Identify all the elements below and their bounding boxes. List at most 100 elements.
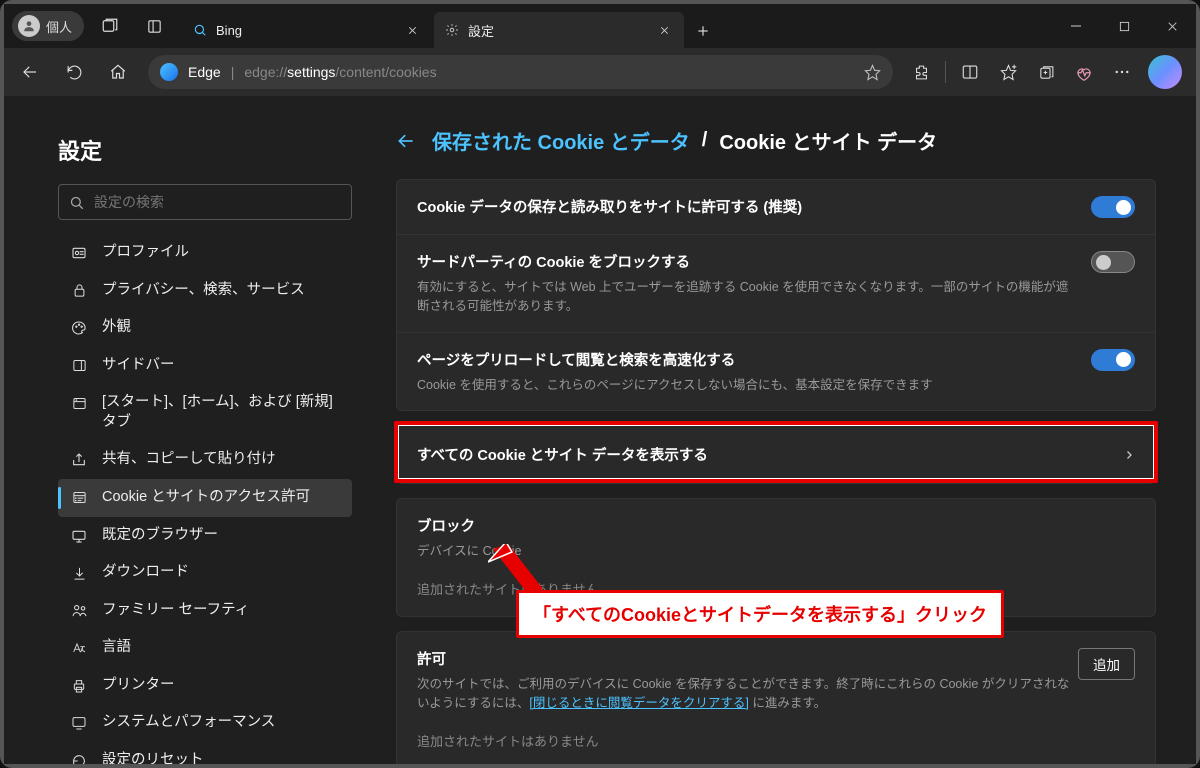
- sidebar-item-printer[interactable]: プリンター: [58, 667, 352, 705]
- permissions-icon: [70, 489, 88, 507]
- browser-window: 個人 Bing 設定: [0, 0, 1200, 768]
- user-avatar-icon: [18, 15, 40, 37]
- performance-icon[interactable]: [1066, 54, 1102, 90]
- address-url: edge://settings/content/cookies: [244, 64, 436, 80]
- sidebar-item-profile[interactable]: プロファイル: [58, 234, 352, 272]
- breadcrumb-sep: /: [702, 129, 708, 152]
- lock-icon: [70, 282, 88, 300]
- sidebar-item-appearance[interactable]: 外観: [58, 309, 352, 347]
- tab-settings[interactable]: 設定: [434, 12, 684, 48]
- sidebar-item-system[interactable]: システムとパフォーマンス: [58, 704, 352, 742]
- allow-add-button[interactable]: 追加: [1078, 648, 1135, 680]
- setting-desc: 有効にすると、サイトでは Web 上でユーザーを追跡する Cookie を使用で…: [417, 278, 1079, 316]
- collections-icon[interactable]: [1028, 54, 1064, 90]
- reset-icon: [70, 752, 88, 764]
- download-icon: [70, 564, 88, 582]
- address-brand: Edge: [188, 64, 221, 80]
- system-icon: [70, 714, 88, 732]
- clear-on-close-link[interactable]: [閉じるときに閲覧データをクリアする]: [529, 696, 748, 710]
- split-screen-icon[interactable]: [952, 54, 988, 90]
- settings-main[interactable]: 保存された Cookie とデータ / Cookie とサイト データ Cook…: [374, 96, 1196, 764]
- sidebar-icon: [70, 357, 88, 375]
- start-icon: [70, 394, 88, 412]
- setting-title: ページをプリロードして閲覧と検索を高速化する: [417, 349, 1079, 370]
- sidebar-item-share[interactable]: 共有、コピーして貼り付け: [58, 441, 352, 479]
- separator: |: [231, 64, 235, 80]
- allow-empty-text: 追加されたサイトはありません: [397, 717, 1155, 765]
- minimize-button[interactable]: [1052, 4, 1100, 48]
- settings-search-input[interactable]: [94, 194, 341, 210]
- extensions-icon[interactable]: [903, 54, 939, 90]
- setting-preload: ページをプリロードして閲覧と検索を高速化する Cookie を使用すると、これら…: [397, 333, 1155, 411]
- section-title: 許可: [417, 648, 1078, 669]
- refresh-button[interactable]: [54, 54, 94, 90]
- sidebar-item-start[interactable]: [スタート]、[ホーム]、および [新規] タブ: [58, 384, 352, 441]
- sidebar-nav: プロファイル プライバシー、検索、サービス 外観 サイドバー [スタート]、[ホ…: [58, 234, 352, 764]
- share-icon: [70, 451, 88, 469]
- breadcrumb-current: Cookie とサイト データ: [719, 126, 937, 155]
- home-button[interactable]: [98, 54, 138, 90]
- sidebar-item-reset[interactable]: 設定のリセット: [58, 742, 352, 764]
- link-title: すべての Cookie とサイト データを表示する: [417, 444, 708, 465]
- close-icon[interactable]: [654, 20, 674, 40]
- language-icon: [70, 639, 88, 657]
- view-all-cookies-link[interactable]: すべての Cookie とサイト データを表示する: [397, 426, 1155, 483]
- view-all-cookies-card: すべての Cookie とサイト データを表示する: [396, 425, 1156, 484]
- bing-icon: [192, 22, 208, 38]
- maximize-button[interactable]: [1100, 4, 1148, 48]
- profile-icon: [70, 244, 88, 262]
- sidebar-item-sidebar[interactable]: サイドバー: [58, 347, 352, 385]
- setting-block-3p: サードパーティの Cookie をブロックする 有効にすると、サイトでは Web…: [397, 235, 1155, 333]
- setting-allow-cookies: Cookie データの保存と読み取りをサイトに許可する (推奨): [397, 180, 1155, 235]
- search-icon: [69, 195, 84, 210]
- window-controls: [1052, 4, 1196, 48]
- setting-title: サードパーティの Cookie をブロックする: [417, 251, 1079, 272]
- tab-actions-icon[interactable]: [136, 4, 172, 48]
- tab-label: Bing: [216, 23, 242, 38]
- breadcrumb-parent[interactable]: 保存された Cookie とデータ: [432, 126, 690, 155]
- address-bar[interactable]: Edge | edge://settings/content/cookies: [148, 55, 893, 89]
- section-desc: 次のサイトでは、ご利用のデバイスに Cookie を保存することができます。終了…: [417, 675, 1078, 713]
- profile-chip[interactable]: 個人: [12, 11, 84, 41]
- section-desc: デバイスに Cookie: [417, 542, 1078, 561]
- tab-bing[interactable]: Bing: [182, 12, 432, 48]
- close-window-button[interactable]: [1148, 4, 1196, 48]
- sidebar-item-downloads[interactable]: ダウンロード: [58, 554, 352, 592]
- toggle-block-3p[interactable]: [1091, 251, 1135, 273]
- toggle-preload[interactable]: [1091, 349, 1135, 371]
- breadcrumb: 保存された Cookie とデータ / Cookie とサイト データ: [396, 126, 1156, 155]
- settings-content: 設定 プロファイル プライバシー、検索、サービス 外観 サイドバー [スタート]…: [4, 96, 1196, 764]
- close-icon[interactable]: [402, 20, 422, 40]
- copilot-button[interactable]: [1148, 55, 1182, 89]
- title-bar: 個人 Bing 設定: [4, 4, 1196, 48]
- sidebar-item-family[interactable]: ファミリー セーフティ: [58, 592, 352, 630]
- new-tab-button[interactable]: [686, 14, 720, 48]
- divider: [945, 61, 946, 83]
- tab-label: 設定: [468, 21, 494, 40]
- settings-sidebar: 設定 プロファイル プライバシー、検索、サービス 外観 サイドバー [スタート]…: [4, 96, 374, 764]
- section-title: ブロック: [417, 515, 1078, 536]
- settings-search[interactable]: [58, 184, 352, 220]
- sidebar-item-privacy[interactable]: プライバシー、検索、サービス: [58, 272, 352, 310]
- favorite-star-icon[interactable]: [864, 64, 881, 81]
- toggle-allow-cookies[interactable]: [1091, 196, 1135, 218]
- edge-logo-icon: [160, 63, 178, 81]
- annotation-callout: 「すべてのCookieとサイトデータを表示する」クリック: [516, 590, 1004, 638]
- workspaces-icon[interactable]: [92, 4, 128, 48]
- back-button[interactable]: [10, 54, 50, 90]
- family-icon: [70, 602, 88, 620]
- setting-desc: Cookie を使用すると、これらのページにアクセスしない場合にも、基本設定を保…: [417, 376, 1079, 395]
- sidebar-title: 設定: [58, 134, 352, 166]
- tab-strip: Bing 設定: [182, 4, 720, 48]
- sidebar-item-language[interactable]: 言語: [58, 629, 352, 667]
- sidebar-item-default[interactable]: 既定のブラウザー: [58, 517, 352, 555]
- default-browser-icon: [70, 527, 88, 545]
- breadcrumb-back-button[interactable]: [396, 131, 420, 151]
- cookie-settings-card: Cookie データの保存と読み取りをサイトに許可する (推奨) サードパーティ…: [396, 179, 1156, 411]
- allow-section: 許可 次のサイトでは、ご利用のデバイスに Cookie を保存することができます…: [396, 631, 1156, 764]
- sidebar-item-cookies[interactable]: Cookie とサイトのアクセス許可: [58, 479, 352, 517]
- favorites-icon[interactable]: [990, 54, 1026, 90]
- gear-icon: [444, 22, 460, 38]
- setting-title: Cookie データの保存と読み取りをサイトに許可する (推奨): [417, 196, 1079, 217]
- more-menu-icon[interactable]: [1104, 54, 1140, 90]
